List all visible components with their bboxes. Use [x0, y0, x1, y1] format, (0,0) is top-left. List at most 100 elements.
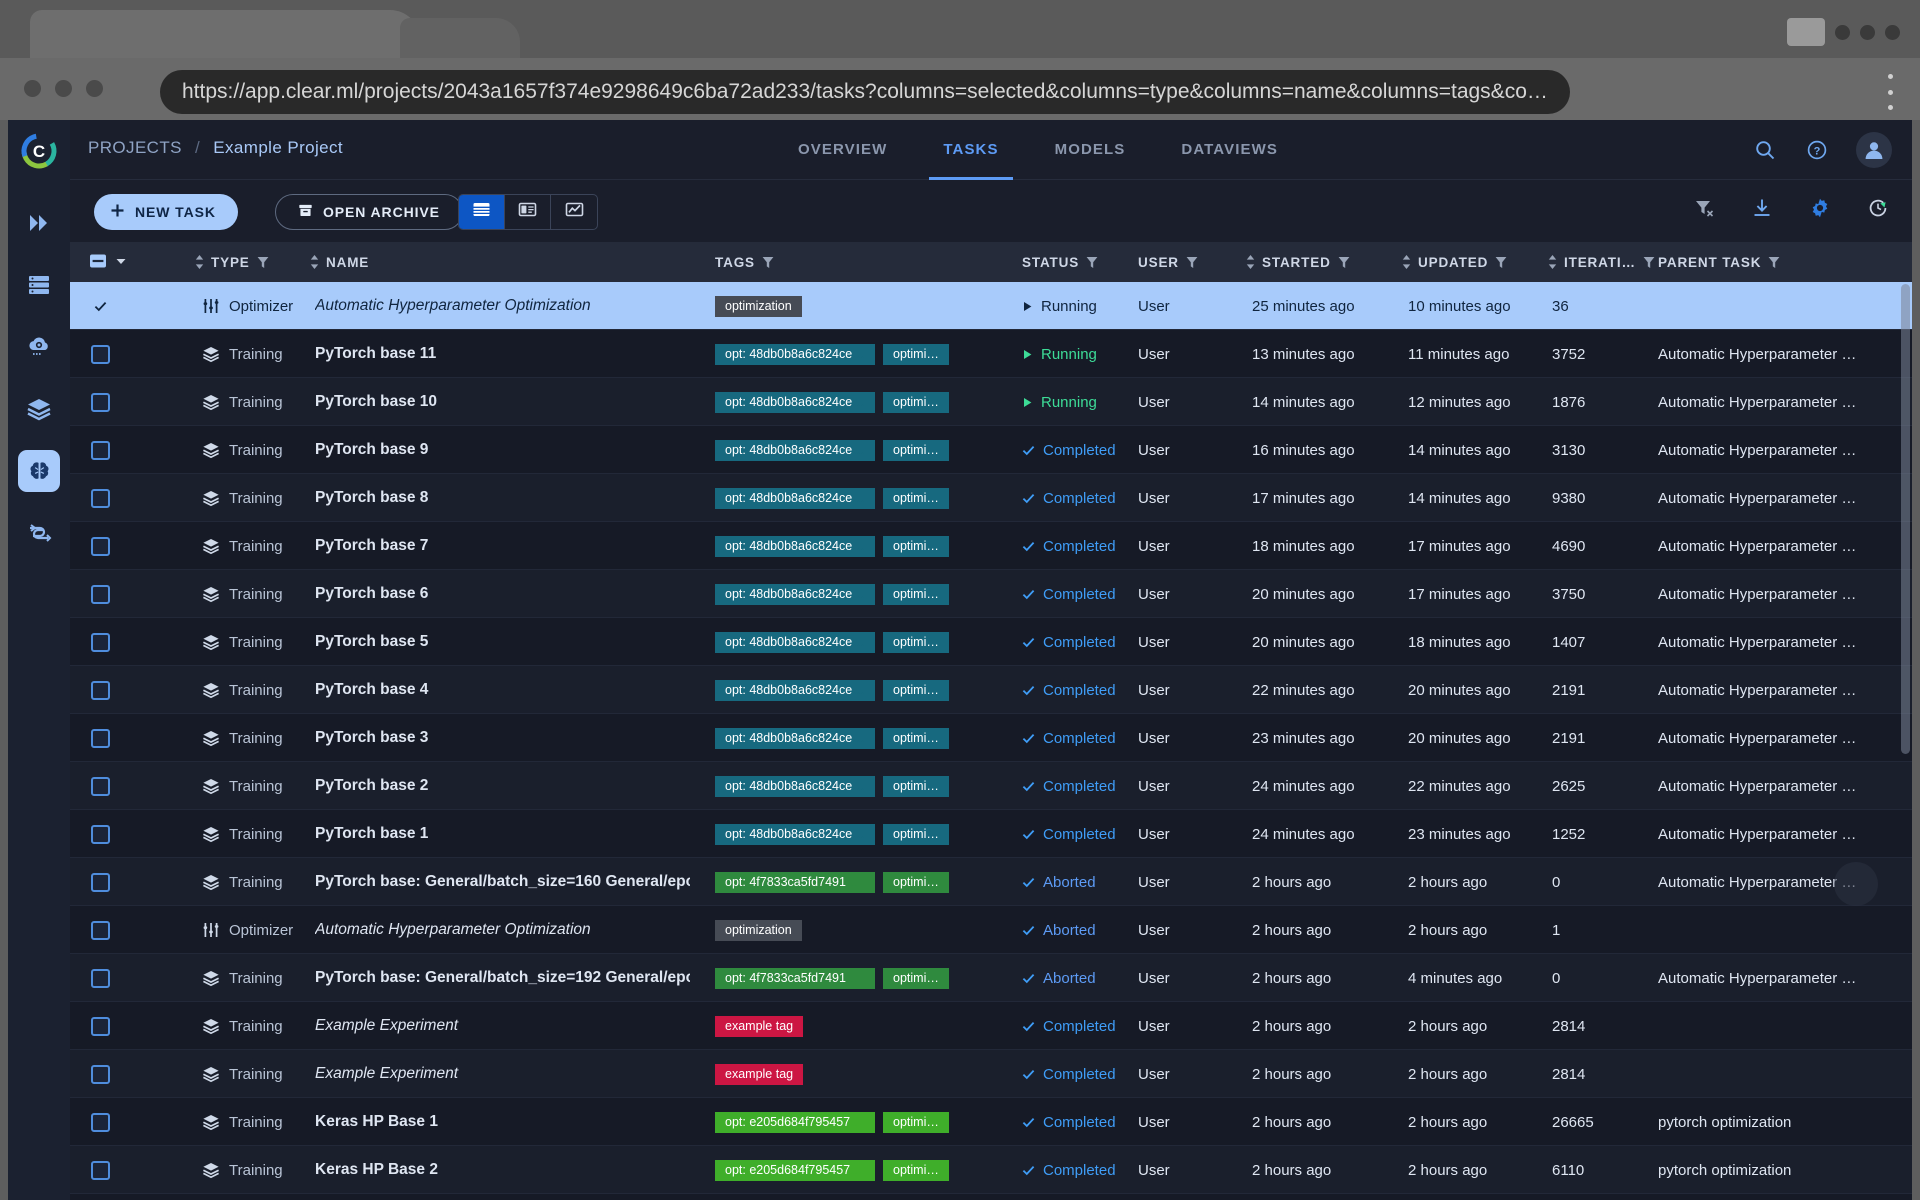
table-row[interactable]: TrainingKeras HP Base 1opt: e205d684f795… — [70, 1098, 1912, 1146]
row-select-checkbox[interactable] — [80, 570, 120, 618]
tag-chip[interactable]: optimi… — [883, 632, 949, 653]
checkbox-icon[interactable] — [91, 537, 110, 556]
cell-task-name[interactable]: PyTorch base 1 — [315, 810, 690, 858]
tag-chip[interactable]: optimi… — [883, 584, 949, 605]
column-header-tags[interactable]: TAGS — [715, 242, 774, 282]
checkbox-icon[interactable] — [91, 969, 110, 988]
table-row[interactable]: TrainingPyTorch base 3opt: 48db0b8a6c824… — [70, 714, 1912, 762]
table-row[interactable]: TrainingKeras HP Base 2opt: e205d684f795… — [70, 1146, 1912, 1194]
column-header-type[interactable]: TYPE — [195, 242, 269, 282]
row-select-checkbox[interactable] — [80, 618, 120, 666]
minimize-dot-icon[interactable] — [55, 80, 72, 97]
tag-chip[interactable]: opt: 48db0b8a6c824ce0ab06… — [715, 680, 875, 701]
table-row[interactable]: TrainingPyTorch base 8opt: 48db0b8a6c824… — [70, 474, 1912, 522]
tag-chip[interactable]: opt: e205d684f7954571a7309… — [715, 1112, 875, 1133]
table-row[interactable]: TrainingExample Experimentexample tagCom… — [70, 1050, 1912, 1098]
tab-dataviews[interactable]: DATAVIEWS — [1153, 120, 1306, 180]
tag-chip[interactable]: optimi… — [883, 1112, 949, 1133]
filter-icon[interactable] — [1086, 256, 1098, 269]
sort-icon[interactable] — [195, 255, 204, 269]
checkbox-icon[interactable] — [91, 489, 110, 508]
checkbox-icon[interactable] — [91, 1017, 110, 1036]
row-select-checkbox[interactable] — [80, 378, 120, 426]
filter-icon[interactable] — [1338, 256, 1350, 269]
tag-chip[interactable]: optimization — [715, 920, 802, 941]
table-row[interactable]: TrainingPyTorch base 9opt: 48db0b8a6c824… — [70, 426, 1912, 474]
tag-chip[interactable]: optimi… — [883, 728, 949, 749]
cell-task-name[interactable]: PyTorch base 8 — [315, 474, 690, 522]
cell-task-name[interactable]: PyTorch base: General/batch_size=160 Gen… — [315, 858, 690, 906]
window-close-button[interactable] — [1885, 25, 1900, 40]
window-restore-button[interactable] — [1787, 18, 1825, 46]
sidebar-item-autoscaler[interactable] — [18, 326, 60, 368]
sort-icon[interactable] — [1548, 255, 1557, 269]
open-archive-button[interactable]: OPEN ARCHIVE — [275, 194, 463, 230]
table-row[interactable]: TrainingPyTorch base 7opt: 48db0b8a6c824… — [70, 522, 1912, 570]
cell-task-name[interactable]: PyTorch base 2 — [315, 762, 690, 810]
cell-task-name[interactable]: Keras HP Base 1 — [315, 1098, 690, 1146]
tag-chip[interactable]: opt: 48db0b8a6c824ce0ab06… — [715, 536, 875, 557]
checkbox-icon[interactable] — [91, 921, 110, 940]
row-select-checkbox[interactable] — [80, 666, 120, 714]
browser-tab-active[interactable] — [30, 10, 420, 58]
cell-task-name[interactable]: PyTorch base 9 — [315, 426, 690, 474]
settings-gear-icon[interactable] — [1808, 196, 1832, 220]
cell-task-name[interactable]: PyTorch base 5 — [315, 618, 690, 666]
cell-task-name[interactable]: PyTorch base 4 — [315, 666, 690, 714]
row-select-checkbox[interactable] — [80, 330, 120, 378]
tag-chip[interactable]: opt: 48db0b8a6c824ce0ab06… — [715, 392, 875, 413]
filter-icon[interactable] — [1768, 256, 1780, 269]
table-row[interactable]: OptimizerAutomatic Hyperparameter Optimi… — [70, 282, 1912, 330]
row-select-checkbox[interactable] — [80, 1098, 120, 1146]
column-header-status[interactable]: STATUS — [1022, 242, 1098, 282]
checkbox-icon[interactable] — [91, 345, 110, 364]
checkbox-icon[interactable] — [91, 1113, 110, 1132]
download-icon[interactable] — [1750, 196, 1774, 220]
row-select-checkbox[interactable] — [80, 858, 120, 906]
table-row[interactable]: TrainingPyTorch base: General/batch_size… — [70, 954, 1912, 1002]
row-select-checkbox[interactable] — [80, 954, 120, 1002]
tab-tasks[interactable]: TASKS — [915, 120, 1026, 180]
tag-chip[interactable]: optimization — [715, 296, 802, 317]
checkbox-icon[interactable] — [91, 777, 110, 796]
breadcrumb-current-project[interactable]: Example Project — [213, 138, 343, 157]
tag-chip[interactable]: optimi… — [883, 440, 949, 461]
filter-icon[interactable] — [257, 256, 269, 269]
filter-icon[interactable] — [1495, 256, 1507, 269]
sidebar-item-pipelines[interactable] — [18, 202, 60, 244]
tab-models[interactable]: MODELS — [1027, 120, 1154, 180]
table-row[interactable]: TrainingPyTorch base 1opt: 48db0b8a6c824… — [70, 810, 1912, 858]
checkbox-icon[interactable] — [91, 681, 110, 700]
address-bar[interactable]: https://app.clear.ml/projects/2043a1657f… — [160, 70, 1570, 114]
tag-chip[interactable]: optimi… — [883, 776, 949, 797]
tag-chip[interactable]: opt: 48db0b8a6c824ce0ab06… — [715, 584, 875, 605]
column-header-parent-task[interactable]: PARENT TASK — [1658, 242, 1780, 282]
table-row[interactable]: TrainingPyTorch base 6opt: 48db0b8a6c824… — [70, 570, 1912, 618]
table-row[interactable]: TrainingPyTorch base 11opt: 48db0b8a6c82… — [70, 330, 1912, 378]
kebab-menu-icon[interactable] — [1886, 74, 1894, 110]
row-select-checkbox[interactable] — [80, 1146, 120, 1194]
filter-icon[interactable] — [1643, 256, 1655, 269]
filter-icon[interactable] — [762, 256, 774, 269]
maximize-dot-icon[interactable] — [86, 80, 103, 97]
tag-chip[interactable]: opt: 48db0b8a6c824ce0ab06… — [715, 824, 875, 845]
tag-chip[interactable]: optimi… — [883, 392, 949, 413]
column-header-user[interactable]: USER — [1138, 242, 1198, 282]
column-header-name[interactable]: NAME — [310, 242, 369, 282]
clear-filters-icon[interactable] — [1692, 196, 1716, 220]
filter-icon[interactable] — [1186, 256, 1198, 269]
close-dot-icon[interactable] — [24, 80, 41, 97]
select-all-checkbox-icon[interactable] — [88, 251, 108, 274]
window-maximize-button[interactable] — [1860, 25, 1875, 40]
tag-chip[interactable]: optimi… — [883, 344, 949, 365]
tag-chip[interactable]: optimi… — [883, 1160, 949, 1181]
tag-chip[interactable]: optimi… — [883, 872, 949, 893]
table-view-button[interactable] — [459, 195, 505, 229]
tag-chip[interactable]: opt: 48db0b8a6c824ce0ab06… — [715, 488, 875, 509]
sidebar-item-datasets[interactable] — [18, 388, 60, 430]
checkbox-icon[interactable] — [91, 825, 110, 844]
row-select-checkbox[interactable] — [80, 282, 120, 330]
table-row[interactable]: TrainingPyTorch base 4opt: 48db0b8a6c824… — [70, 666, 1912, 714]
row-select-checkbox[interactable] — [80, 1002, 120, 1050]
user-avatar-icon[interactable] — [1856, 132, 1892, 168]
